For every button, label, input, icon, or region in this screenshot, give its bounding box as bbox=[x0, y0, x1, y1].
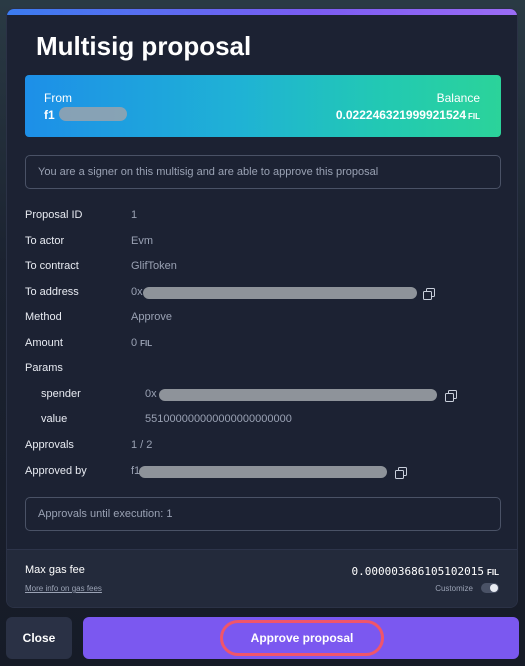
execution-notice: Approvals until execution: 1 bbox=[25, 497, 501, 531]
param-value-label: value bbox=[41, 413, 68, 425]
customize-label: Customize bbox=[435, 584, 473, 593]
proposal-id-value: 1 bbox=[131, 209, 138, 221]
spender-label: spender bbox=[41, 388, 81, 400]
amount-value: 0 FIL bbox=[131, 337, 152, 349]
params-label: Params bbox=[25, 362, 63, 374]
multisig-proposal-dialog: Multisig proposal From f1 Balance 0.0222… bbox=[6, 8, 518, 608]
gas-fee-section: Max gas fee More info on gas fees 0.0000… bbox=[7, 549, 517, 607]
toggle-knob bbox=[490, 584, 498, 592]
customize-toggle[interactable] bbox=[481, 583, 499, 593]
approve-proposal-label: Approve proposal bbox=[220, 620, 384, 656]
balance-unit: FIL bbox=[468, 112, 480, 121]
amount-unit: FIL bbox=[140, 339, 153, 348]
to-contract-value: GlifToken bbox=[131, 260, 177, 272]
approve-proposal-button[interactable]: Approve proposal bbox=[83, 617, 519, 659]
from-label: From bbox=[44, 91, 72, 105]
to-address-redaction bbox=[143, 287, 417, 299]
approved-by-redaction bbox=[139, 466, 387, 478]
method-label: Method bbox=[25, 311, 62, 323]
to-actor-value: Evm bbox=[131, 235, 153, 247]
copy-icon[interactable] bbox=[423, 288, 435, 300]
approvals-value: 1 / 2 bbox=[131, 439, 153, 451]
copy-icon[interactable] bbox=[445, 390, 457, 402]
param-value-value: 551000000000000000000000 bbox=[145, 413, 292, 425]
copy-icon[interactable] bbox=[395, 467, 407, 479]
approved-by-label: Approved by bbox=[25, 465, 87, 477]
balance-amount: 0.022246321999921524 bbox=[335, 108, 466, 122]
from-address-redaction bbox=[59, 107, 127, 121]
to-actor-label: To actor bbox=[25, 235, 65, 247]
approvals-label: Approvals bbox=[25, 439, 74, 451]
dialog-accent-strip bbox=[7, 9, 517, 15]
amount-label: Amount bbox=[25, 337, 63, 349]
spender-value: 0x bbox=[145, 388, 157, 400]
proposal-id-label: Proposal ID bbox=[25, 209, 83, 221]
balance-label: Balance bbox=[436, 91, 480, 105]
gas-amount: 0.000003686105102015 bbox=[351, 565, 484, 578]
from-address: f1 bbox=[44, 108, 55, 122]
signer-notice: You are a signer on this multisig and ar… bbox=[25, 155, 501, 189]
method-value: Approve bbox=[131, 311, 172, 323]
balance-value: 0.022246321999921524 FIL bbox=[336, 108, 480, 122]
gas-unit: FIL bbox=[487, 568, 499, 577]
amount-number: 0 bbox=[131, 337, 138, 349]
balance-card: From f1 Balance 0.022246321999921524 FIL bbox=[25, 75, 501, 137]
max-gas-fee-label: Max gas fee bbox=[25, 564, 85, 576]
to-address-value: 0x bbox=[131, 286, 143, 298]
max-gas-fee-value: 0.000003686105102015 FIL bbox=[352, 565, 499, 578]
spender-redaction bbox=[159, 389, 437, 401]
dialog-title: Multisig proposal bbox=[36, 31, 252, 61]
close-button[interactable]: Close bbox=[6, 617, 72, 659]
gas-info-link[interactable]: More info on gas fees bbox=[25, 584, 102, 593]
to-contract-label: To contract bbox=[25, 260, 79, 272]
to-address-label: To address bbox=[25, 286, 79, 298]
